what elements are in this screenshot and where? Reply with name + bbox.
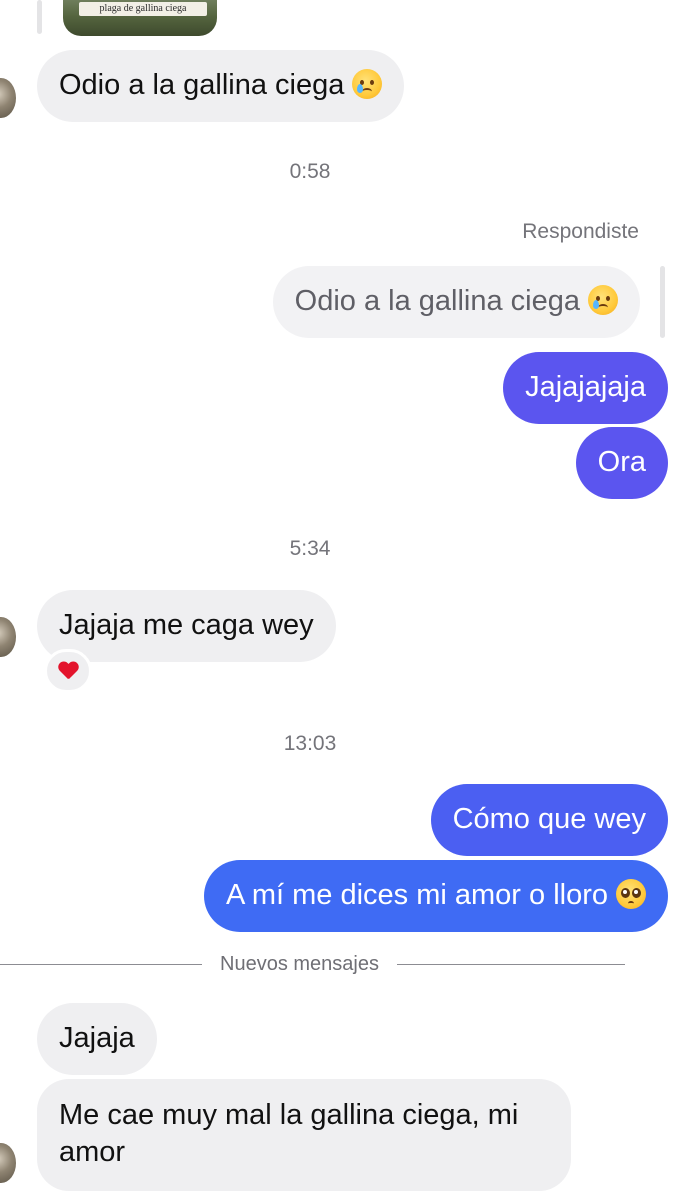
- message-outgoing[interactable]: Jajajajaja: [503, 352, 668, 424]
- shared-post-caption: plaga de gallina ciega: [79, 2, 207, 16]
- message-text: Jajaja me caga wey: [59, 609, 314, 641]
- message-incoming[interactable]: Jajaja me caga wey: [37, 590, 336, 662]
- chat-thread: plaga de gallina ciega Odio a la gallina…: [0, 0, 681, 1200]
- message-incoming[interactable]: Me cae muy mal la gallina ciega, mi amor: [37, 1079, 571, 1191]
- new-messages-label: Nuevos mensajes: [220, 952, 379, 975]
- message-outgoing[interactable]: Ora: [575, 427, 668, 499]
- timestamp: 0:58: [289, 160, 331, 183]
- crying-face-icon: [588, 285, 618, 315]
- reply-thread-bar: [37, 0, 42, 34]
- message-outgoing[interactable]: A mí me dices mi amor o lloro: [204, 860, 668, 932]
- quoted-message[interactable]: Odio a la gallina ciega: [272, 266, 640, 338]
- heart-icon: [58, 662, 78, 680]
- reply-indicator-bar: [660, 266, 665, 338]
- timestamp: 13:03: [283, 732, 337, 755]
- quoted-message-text: Odio a la gallina ciega: [294, 285, 580, 317]
- divider-line: [0, 963, 202, 965]
- contact-avatar[interactable]: [0, 78, 16, 118]
- replied-label: Respondiste: [522, 220, 639, 243]
- timestamp: 5:34: [289, 537, 331, 560]
- message-outgoing[interactable]: Cómo que wey: [430, 784, 668, 856]
- message-text: Ora: [597, 446, 646, 478]
- message-text: Me cae muy mal la gallina ciega, mi amor: [59, 1099, 519, 1168]
- pleading-face-icon: [616, 879, 646, 909]
- message-text: Jajaja: [59, 1022, 135, 1054]
- message-incoming[interactable]: Jajaja: [37, 1003, 157, 1075]
- crying-face-icon: [352, 69, 383, 99]
- message-incoming[interactable]: Odio a la gallina ciega: [37, 50, 405, 122]
- reaction-badge[interactable]: [44, 649, 92, 693]
- divider-line: [396, 963, 625, 965]
- contact-avatar[interactable]: [0, 1143, 16, 1183]
- message-text: Odio a la gallina ciega: [59, 69, 345, 101]
- shared-post-thumbnail[interactable]: plaga de gallina ciega: [63, 0, 217, 36]
- message-text: A mí me dices mi amor o lloro: [226, 879, 608, 911]
- new-messages-divider: Nuevos mensajes: [0, 950, 681, 978]
- message-text: Cómo que wey: [452, 803, 646, 835]
- message-text: Jajajajaja: [525, 371, 646, 403]
- contact-avatar[interactable]: [0, 617, 16, 657]
